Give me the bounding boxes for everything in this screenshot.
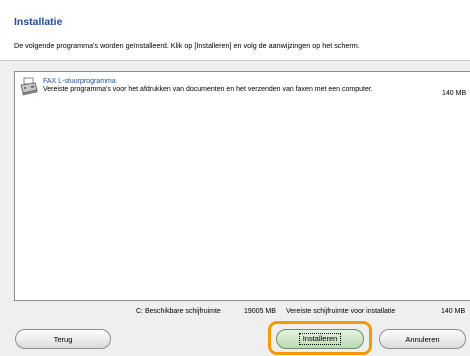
drive-label: C: Beschikbare schijfruimte xyxy=(136,308,221,315)
available-space: 19005 MB xyxy=(244,308,276,315)
back-button[interactable]: Terug xyxy=(15,329,111,349)
install-button-label: Installeren xyxy=(298,333,342,345)
program-size: 140 MB xyxy=(442,90,467,97)
content-area: FAX L-stuurprogramma Vereiste programma'… xyxy=(0,61,470,356)
program-name: FAX L-stuurprogramma xyxy=(43,78,116,85)
instruction-text: De volgende programma's worden geïnstall… xyxy=(14,41,360,50)
cancel-button[interactable]: Annuleren xyxy=(379,329,466,349)
program-description: Vereiste programma's voor het afdrukken … xyxy=(43,86,373,93)
page-title: Installatie xyxy=(14,16,63,28)
printer-fax-icon xyxy=(19,77,39,97)
required-space-label: Vereiste schijfruimte voor installatie xyxy=(286,308,396,315)
header: Installatie De volgende programma's word… xyxy=(0,0,470,61)
required-space: 140 MB xyxy=(441,308,466,315)
program-list[interactable]: FAX L-stuurprogramma Vereiste programma'… xyxy=(14,71,470,301)
install-button[interactable]: Installeren xyxy=(276,329,364,349)
